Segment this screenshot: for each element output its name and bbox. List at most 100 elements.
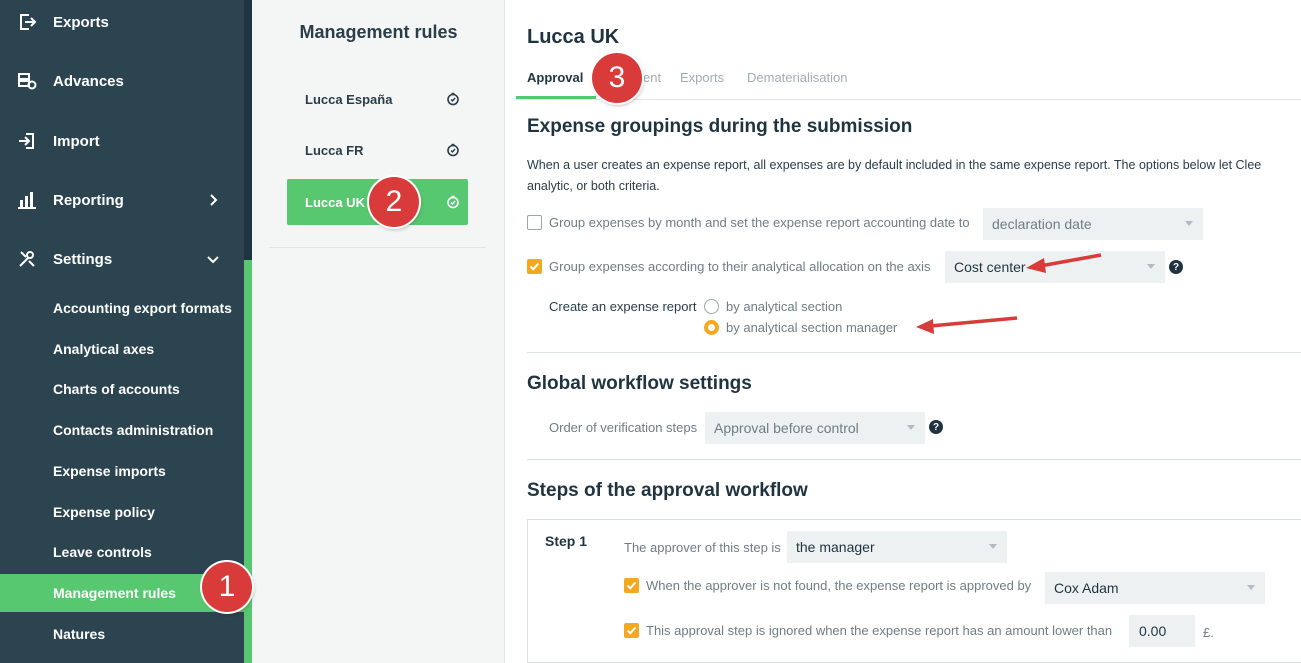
section-heading-groupings: Expense groupings during the submission xyxy=(527,116,913,137)
sidebar-item-advances[interactable]: Advances xyxy=(0,61,244,101)
section-heading-steps: Steps of the approval workflow xyxy=(527,480,808,501)
step-label: Step 1 xyxy=(545,533,588,549)
sidebar-item-label: Reporting xyxy=(53,191,124,209)
sidebar-subitem-contacts-administration[interactable]: Contacts administration xyxy=(0,411,244,449)
description-line: analytic, or both criteria. xyxy=(527,179,660,193)
advances-icon xyxy=(16,70,38,92)
management-rules-panel: Management rules Lucca España Lucca FR L… xyxy=(252,0,505,663)
order-label: Order of verification steps xyxy=(549,419,698,435)
rule-label: Lucca España xyxy=(305,91,393,107)
radio-by-section-manager[interactable] xyxy=(704,319,719,335)
panel-title: Management rules xyxy=(299,22,458,42)
radio-option-manager[interactable]: by analytical section manager xyxy=(704,318,897,336)
select-value: Cost center xyxy=(954,259,1026,275)
sidebar-item-exports[interactable]: Exports xyxy=(0,2,244,42)
checkmark-icon xyxy=(626,581,637,590)
currency-label: £. xyxy=(1203,624,1214,640)
group-by-month-row: Group expenses by month and set the expe… xyxy=(527,213,970,231)
sidebar-subitem-charts-of-accounts[interactable]: Charts of accounts xyxy=(0,370,244,408)
checkmark-icon xyxy=(626,626,637,635)
tools-icon xyxy=(16,248,38,270)
sidebar-subitem-label: Leave controls xyxy=(53,544,152,560)
sidebar-subitem-accounting-export-formats[interactable]: Accounting export formats xyxy=(0,289,244,327)
sidebar-subitem-label: Contacts administration xyxy=(53,422,214,438)
rule-label: Lucca FR xyxy=(305,142,364,158)
approver-label: The approver of this step is xyxy=(624,539,781,555)
sidebar-subitem-natures[interactable]: Natures xyxy=(0,615,244,653)
groupings-description: When a user creates an expense report, a… xyxy=(527,155,1301,197)
caret-down-icon xyxy=(989,544,997,549)
rule-label: Lucca UK xyxy=(305,194,365,210)
active-tab-indicator xyxy=(516,96,596,99)
caret-down-icon xyxy=(907,425,915,430)
approver-not-found-row: When the approver is not found, the expe… xyxy=(624,576,1031,594)
sidebar-subitem-label: Expense policy xyxy=(53,504,155,520)
sidebar-item-import[interactable]: Import xyxy=(0,121,244,161)
import-icon xyxy=(16,130,38,152)
rule-item-lucca-espana[interactable]: Lucca España xyxy=(287,76,468,122)
clock-check-icon xyxy=(447,143,459,157)
description-line: When a user creates an expense report, a… xyxy=(527,158,1262,172)
group-by-month-label: Group expenses by month and set the expe… xyxy=(549,214,970,230)
section-heading-workflow: Global workflow settings xyxy=(527,373,752,394)
sidebar-item-reporting[interactable]: Reporting xyxy=(0,180,244,220)
sidebar-scrollbar[interactable] xyxy=(244,0,252,663)
radio-label: by analytical section manager xyxy=(726,319,898,335)
annotation-badge-2: 2 xyxy=(369,177,419,227)
sidebar-subitem-label: Natures xyxy=(53,626,106,642)
verification-order-select[interactable]: Approval before control xyxy=(705,412,925,444)
sidebar-item-label: Exports xyxy=(53,13,109,31)
help-icon[interactable]: ? xyxy=(929,420,943,434)
select-value: Approval before control xyxy=(714,420,859,436)
radio-option-section[interactable]: by analytical section xyxy=(704,297,842,315)
tab-exports[interactable]: Exports xyxy=(680,70,724,85)
annotation-badge-1: 1 xyxy=(202,562,252,612)
select-value: Cox Adam xyxy=(1054,580,1119,596)
accounting-date-select[interactable]: declaration date xyxy=(983,208,1203,240)
tab-approval[interactable]: Approval xyxy=(527,70,583,85)
sidebar-subitem-expense-policy[interactable]: Expense policy xyxy=(0,493,244,531)
group-by-month-checkbox[interactable] xyxy=(527,214,542,230)
sidebar-nav: Exports Advances Import Reporting Settin… xyxy=(0,0,244,663)
clock-check-icon xyxy=(447,195,459,209)
sidebar-subitem-analytical-axes[interactable]: Analytical axes xyxy=(0,330,244,368)
ignored-step-checkbox[interactable] xyxy=(624,622,639,638)
analytical-axis-select[interactable]: Cost center xyxy=(945,251,1165,283)
fallback-approver-select[interactable]: Cox Adam xyxy=(1045,572,1265,604)
group-by-axis-row: Group expenses according to their analyt… xyxy=(527,257,931,275)
chevron-down-icon xyxy=(207,256,219,264)
group-by-axis-checkbox[interactable] xyxy=(527,258,542,274)
caret-down-icon xyxy=(1185,221,1193,226)
caret-down-icon xyxy=(1247,585,1255,590)
radio-by-section[interactable] xyxy=(704,298,719,314)
annotation-badge-3: 3 xyxy=(592,53,642,103)
sidebar-item-label: Import xyxy=(53,132,100,150)
create-report-label: Create an expense report xyxy=(549,298,697,314)
approver-select[interactable]: the manager xyxy=(787,531,1007,563)
checkmark-icon xyxy=(529,262,540,271)
section-divider xyxy=(527,352,1301,353)
bar-chart-icon xyxy=(16,189,38,211)
radio-label: by analytical section xyxy=(726,298,843,314)
ignored-step-label: This approval step is ignored when the e… xyxy=(646,622,1113,638)
select-value: the manager xyxy=(796,539,875,555)
sidebar-subitem-label: Charts of accounts xyxy=(53,381,180,397)
sidebar-subitem-label: Expense imports xyxy=(53,463,166,479)
select-value: declaration date xyxy=(992,216,1092,232)
approval-step-card: Step 1 The approver of this step is the … xyxy=(527,519,1301,663)
tab-dematerialisation[interactable]: Dematerialisation xyxy=(747,70,847,85)
section-divider xyxy=(527,459,1301,460)
amount-threshold-input[interactable]: 0.00 xyxy=(1129,615,1195,647)
help-icon[interactable]: ? xyxy=(1169,260,1183,274)
rule-item-lucca-fr[interactable]: Lucca FR xyxy=(287,127,468,173)
approver-not-found-checkbox[interactable] xyxy=(624,577,639,593)
sidebar-subitem-leave-controls[interactable]: Leave controls xyxy=(0,533,244,571)
tab-payment[interactable]: ent xyxy=(643,70,661,85)
sidebar-subitem-label: Accounting export formats xyxy=(53,300,232,316)
divider xyxy=(269,247,486,248)
sidebar-subitem-expense-imports[interactable]: Expense imports xyxy=(0,452,244,490)
caret-down-icon xyxy=(1147,264,1155,269)
sidebar-item-settings[interactable]: Settings xyxy=(0,239,244,279)
chevron-right-icon xyxy=(210,194,218,206)
sidebar-subitem-label: Analytical axes xyxy=(53,341,155,357)
